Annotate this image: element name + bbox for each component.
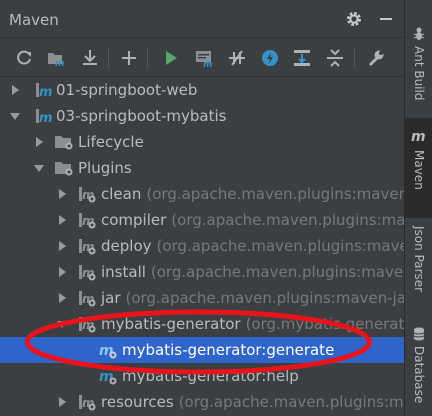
tree-row-label: deploy — [101, 237, 152, 255]
tree-row-plugin[interactable]: m deploy (org.apache.maven.plugins:maven — [0, 233, 404, 259]
tab-ant-build[interactable]: Ant Build — [405, 0, 432, 112]
tab-label: Json Parser — [412, 226, 426, 293]
toolbar-separator — [354, 48, 355, 68]
toolbar-separator — [147, 48, 148, 68]
svg-text:m: m — [39, 85, 53, 100]
add-icon[interactable] — [118, 47, 140, 69]
ant-icon — [411, 26, 427, 42]
tree-row-lifecycle[interactable]: Lifecycle — [0, 129, 404, 155]
chevron-right-icon[interactable] — [57, 397, 67, 407]
download-icon[interactable] — [79, 47, 101, 69]
plugin-icon: m — [77, 288, 97, 308]
chevron-down-icon[interactable] — [34, 163, 44, 173]
plugin-icon: m — [77, 184, 97, 204]
tree-row-label: resources — [101, 393, 174, 411]
tree-row-label: compiler — [101, 211, 167, 229]
tree-row-project[interactable]: m 03-springboot-mybatis — [0, 103, 404, 129]
tree-row-label: Lifecycle — [78, 133, 144, 151]
database-icon — [411, 326, 427, 342]
tree-row-plugin[interactable]: m install (org.apache.maven.plugins:maven… — [0, 259, 404, 285]
toggle-offline-icon[interactable] — [226, 47, 248, 69]
chevron-right-icon[interactable] — [57, 293, 67, 303]
show-dependencies-icon[interactable] — [291, 47, 313, 69]
plugin-icon: m — [77, 392, 97, 412]
chevron-right-icon[interactable] — [10, 85, 20, 95]
folder-icon — [54, 132, 74, 152]
chevron-down-icon[interactable] — [10, 111, 20, 121]
tab-label: Ant Build — [412, 46, 426, 101]
tree-row-hint: (org.mybatis.generato — [245, 315, 404, 333]
toolbar: m m — [0, 39, 404, 77]
svg-text:m: m — [39, 111, 53, 126]
maven-tool-window: Maven m m m 01-springboot-web m 03-sprin… — [0, 0, 404, 416]
maven-project-tree: m 01-springboot-web m 03-springboot-myba… — [0, 77, 404, 416]
minimize-icon[interactable] — [377, 10, 395, 28]
tab-maven[interactable]: m Maven — [405, 118, 432, 218]
chevron-right-icon[interactable] — [57, 267, 67, 277]
tree-row-label: mybatis-generator:help — [122, 367, 299, 385]
tree-row-label: mybatis-generator:generate — [122, 341, 335, 359]
chevron-right-icon[interactable] — [34, 137, 44, 147]
tree-row-plugin[interactable]: m compiler(org.apache.maven.plugins:mave… — [0, 207, 404, 233]
tab-label: Database — [412, 346, 426, 404]
chevron-right-icon[interactable] — [57, 189, 67, 199]
chevron-down-icon[interactable] — [57, 319, 67, 329]
tree-row-plugin[interactable]: m resources(org.apache.maven.plugins:mav… — [0, 389, 404, 415]
tab-json-parser[interactable]: Json Parser — [405, 220, 432, 320]
tree-row-hint: (org.apache.maven.plugins:maven — [171, 211, 404, 229]
plugin-icon: m — [77, 210, 97, 230]
tree-row-hint: (org.apache.maven.plugins:maven-i — [150, 263, 404, 281]
tree-row-plugin[interactable]: m jar (org.apache.maven.plugins:maven-jar… — [0, 285, 404, 311]
gear-icon[interactable] — [345, 10, 363, 28]
maven-project-icon: m — [34, 106, 54, 126]
run-icon[interactable] — [160, 47, 182, 69]
folder-icon — [54, 158, 74, 178]
svg-text:m: m — [55, 59, 64, 69]
reload-icon[interactable] — [13, 47, 35, 69]
svg-text:m: m — [203, 60, 212, 69]
tree-row-hint: (org.apache.maven.plugins:maven-jar-p — [125, 289, 404, 307]
collapse-all-icon[interactable] — [324, 47, 346, 69]
tree-row-plugin[interactable]: m mybatis-generator (org.mybatis.generato — [0, 311, 404, 337]
maven-m-icon: m — [411, 128, 427, 145]
panel-header: Maven — [0, 0, 404, 38]
tree-row-hint: (org.apache.maven.plugins:maven-c — [146, 185, 404, 203]
maven-project-icon: m — [34, 80, 54, 100]
tree-row-hint: (org.apache.maven.plugins:maven — [156, 237, 405, 255]
toolbar-separator — [108, 48, 109, 68]
plugin-icon: m — [77, 262, 97, 282]
tree-row-label: Plugins — [78, 159, 132, 177]
tree-row-project[interactable]: m 01-springboot-web — [0, 77, 404, 103]
generate-sources-icon[interactable]: m — [45, 47, 67, 69]
tree-row-label: mybatis-generator — [101, 315, 241, 333]
tree-row-goal-selected[interactable]: m mybatis-generator:generate — [0, 337, 404, 363]
execute-goal-icon[interactable]: m — [193, 47, 215, 69]
tree-row-label: clean — [101, 185, 142, 203]
tree-row-label: install — [101, 263, 146, 281]
tab-label: Maven — [412, 150, 426, 190]
plugin-icon: m — [77, 236, 97, 256]
tree-row-label: 03-springboot-mybatis — [56, 107, 227, 125]
settings-wrench-icon[interactable] — [365, 47, 387, 69]
tree-row-label: 01-springboot-web — [56, 81, 198, 99]
tree-row-goal[interactable]: m mybatis-generator:help — [0, 363, 404, 389]
tree-row-plugin[interactable]: m clean (org.apache.maven.plugins:maven-c — [0, 181, 404, 207]
panel-title: Maven — [9, 11, 59, 29]
tree-row-label: jar — [101, 289, 121, 307]
chevron-right-icon[interactable] — [57, 241, 67, 251]
tree-row-hint: (org.apache.maven.plugins:maven — [178, 393, 404, 411]
maven-goal-icon: m — [98, 366, 118, 386]
right-tool-strip: Ant Build m Maven Json Parser Database — [404, 0, 432, 416]
svg-text:m: m — [411, 129, 426, 144]
tab-database[interactable]: Database — [405, 322, 432, 416]
maven-goal-icon: m — [98, 340, 118, 360]
plugin-icon: m — [77, 314, 97, 334]
tree-row-plugins[interactable]: Plugins — [0, 155, 404, 181]
chevron-right-icon[interactable] — [57, 215, 67, 225]
skip-tests-icon[interactable] — [259, 47, 281, 69]
